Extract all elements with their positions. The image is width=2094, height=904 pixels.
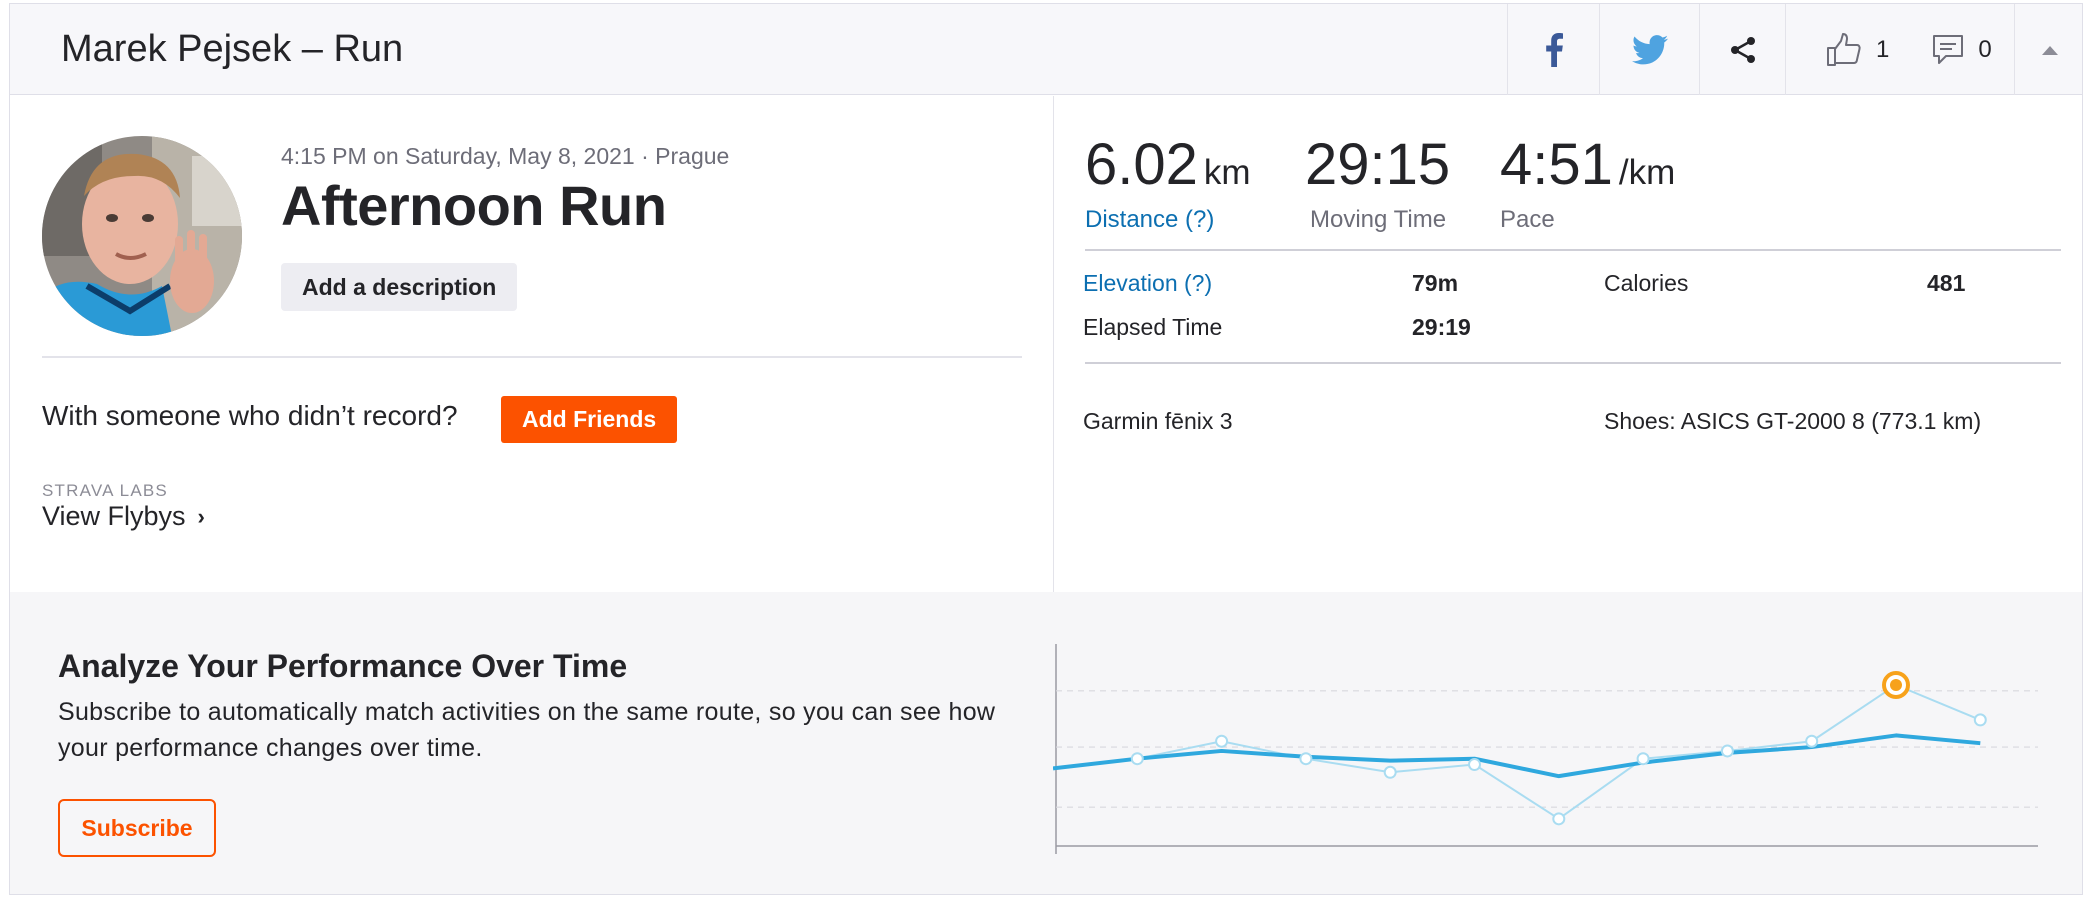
comments-button[interactable]: 0 xyxy=(1932,34,1992,66)
share-button[interactable] xyxy=(1699,4,1785,95)
effort-point-6 xyxy=(1552,812,1566,826)
elevation-value: 79m xyxy=(1412,270,1459,296)
activity-title: Afternoon Run xyxy=(281,174,667,237)
device-name: Garmin fēnix 3 xyxy=(1083,408,1233,434)
page-title: Marek Pejsek – Run xyxy=(61,28,404,70)
twitter-share-button[interactable] xyxy=(1599,4,1699,95)
trend-line xyxy=(1053,733,1981,779)
effort-point-1 xyxy=(1130,752,1144,766)
distance-unit: km xyxy=(1203,153,1251,192)
facebook-share-button[interactable] xyxy=(1507,4,1599,95)
shoes-info: Shoes: ASICS GT-2000 8 (773.1 km) xyxy=(1604,408,1982,434)
stat-moving-time: 29:15 Moving Time xyxy=(1305,136,1450,234)
view-flybys-link[interactable]: View Flybys › xyxy=(42,501,205,532)
facebook-icon xyxy=(1545,32,1563,67)
calories-label: Calories xyxy=(1604,270,1689,296)
kudos-comments-group: 1 0 xyxy=(1785,4,2014,95)
comment-icon xyxy=(1933,34,1964,64)
divider xyxy=(1085,362,2061,364)
twitter-icon xyxy=(1631,34,1668,64)
effort-point-5 xyxy=(1468,758,1481,772)
activity-stats: 6.02 km Distance (?) 29:15 Moving Time 4:… xyxy=(1056,96,2084,592)
divider xyxy=(1085,249,2061,251)
thumbs-up-icon xyxy=(1827,32,1861,66)
effort-point-4 xyxy=(1383,765,1397,779)
collapse-button[interactable] xyxy=(2014,4,2084,95)
kudos-button[interactable]: 1 xyxy=(1826,32,1890,67)
activity-card: Marek Pejsek – Run 1 0 4:15 PM on Saturd… xyxy=(9,3,2083,895)
subscribe-button[interactable]: Subscribe xyxy=(58,799,216,857)
avatar[interactable] xyxy=(42,136,242,336)
promo-title: Analyze Your Performance Over Time xyxy=(58,648,628,684)
activity-summary: 4:15 PM on Saturday, May 8, 2021 · Pragu… xyxy=(10,96,1054,592)
strava-labs-label: STRAVA LABS xyxy=(42,481,168,500)
effort-point-11 xyxy=(1973,713,1987,727)
activity-header: Marek Pejsek – Run 1 0 xyxy=(10,4,2082,95)
moving-time-label: Moving Time xyxy=(1310,206,1447,233)
chevron-right-icon: › xyxy=(197,503,205,529)
stat-distance: 6.02 km Distance (?) xyxy=(1085,136,1251,234)
promo-text: Subscribe to automatically match activit… xyxy=(58,698,996,762)
performance-promo: Analyze Your Performance Over Time Subsc… xyxy=(10,592,2082,894)
effort-point-8 xyxy=(1720,744,1734,758)
effort-point-2 xyxy=(1215,734,1229,748)
add-description-button[interactable]: Add a description xyxy=(281,263,518,311)
highlight-point xyxy=(1890,678,1902,691)
elapsed-time-value: 29:19 xyxy=(1412,314,1471,340)
effort-point-9 xyxy=(1805,734,1819,748)
pace-label: Pace xyxy=(1500,206,1555,233)
pace-unit: /km xyxy=(1618,153,1676,192)
with-someone-prompt: With someone who didn’t record? xyxy=(42,400,458,431)
collapse-arrow-icon xyxy=(2041,45,2058,55)
calories-value: 481 xyxy=(1927,270,1966,296)
pace-value: 4:51 xyxy=(1500,132,1613,197)
elapsed-time-label: Elapsed Time xyxy=(1083,314,1223,340)
divider xyxy=(42,356,1022,358)
effort-point-3 xyxy=(1299,752,1313,766)
effort-point-7 xyxy=(1636,752,1650,766)
add-friends-button[interactable]: Add Friends xyxy=(501,396,678,443)
kudos-count: 1 xyxy=(1876,35,1890,63)
distance-label-link[interactable]: Distance (?) xyxy=(1085,206,1251,234)
distance-value: 6.02 xyxy=(1085,132,1198,197)
moving-time-value: 29:15 xyxy=(1305,132,1451,197)
performance-chart xyxy=(1053,644,2038,854)
elevation-label-link[interactable]: Elevation (?) xyxy=(1083,270,1212,297)
view-flybys-label: View Flybys xyxy=(42,501,186,531)
comments-count: 0 xyxy=(1978,35,1992,63)
stat-pace: 4:51/km Pace xyxy=(1500,136,1675,234)
share-icon xyxy=(1730,36,1755,63)
activity-meta: 4:15 PM on Saturday, May 8, 2021 · Pragu… xyxy=(281,143,730,169)
